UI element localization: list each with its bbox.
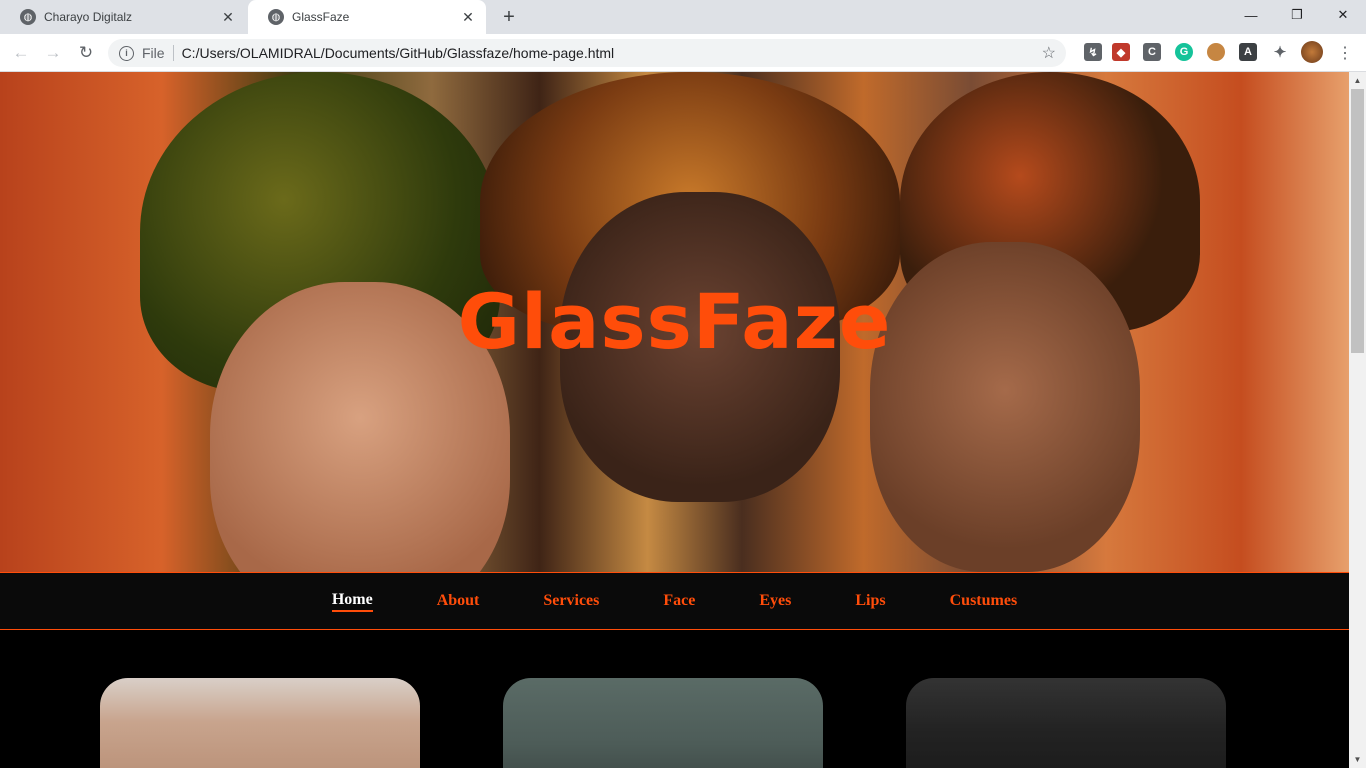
back-icon[interactable]: ← bbox=[10, 42, 32, 64]
menu-kebab-icon[interactable]: ⋮ bbox=[1334, 42, 1356, 64]
address-divider bbox=[172, 45, 174, 61]
scroll-down-icon[interactable]: ▼ bbox=[1349, 751, 1366, 768]
cookie-icon[interactable] bbox=[1207, 43, 1225, 61]
extension-a-icon[interactable]: A bbox=[1239, 43, 1257, 61]
minimize-icon[interactable]: — bbox=[1228, 0, 1274, 30]
nav-face[interactable]: Face bbox=[663, 592, 695, 610]
hero-title: GlassFaze bbox=[457, 277, 892, 366]
address-bar[interactable]: i File C:/Users/OLAMIDRAL/Documents/GitH… bbox=[108, 39, 1066, 67]
forward-icon[interactable]: → bbox=[42, 42, 64, 64]
close-tab-icon[interactable]: ✕ bbox=[220, 9, 236, 25]
scroll-thumb[interactable] bbox=[1351, 89, 1364, 353]
extension-c-icon[interactable]: C bbox=[1143, 43, 1161, 61]
new-tab-icon[interactable]: + bbox=[499, 7, 519, 27]
bookmark-star-icon[interactable]: ☆ bbox=[1042, 43, 1056, 63]
tab-strip: ◍ Charayo Digitalz ✕ ◍ GlassFaze ✕ + — ❐… bbox=[0, 0, 1366, 34]
extensions-puzzle-icon[interactable]: ✦ bbox=[1271, 43, 1289, 61]
browser-toolbar: ← → ↻ i File C:/Users/OLAMIDRAL/Document… bbox=[0, 34, 1366, 72]
site-info-icon[interactable]: i bbox=[119, 45, 134, 61]
page-scrollbar[interactable]: ▲ ▼ bbox=[1349, 72, 1366, 768]
close-window-icon[interactable]: ✕ bbox=[1320, 0, 1366, 30]
card-image-face[interactable] bbox=[100, 678, 420, 768]
tab-charayo-digitalz[interactable]: ◍ Charayo Digitalz ✕ bbox=[0, 0, 246, 34]
close-tab-icon[interactable]: ✕ bbox=[460, 9, 476, 25]
nav-eyes[interactable]: Eyes bbox=[759, 592, 791, 610]
nav-services[interactable]: Services bbox=[543, 592, 599, 610]
globe-icon: ◍ bbox=[20, 9, 36, 25]
profile-avatar[interactable] bbox=[1301, 41, 1323, 63]
tab-glassfaze[interactable]: ◍ GlassFaze ✕ bbox=[248, 0, 486, 34]
globe-icon: ◍ bbox=[268, 9, 284, 25]
restore-icon[interactable]: ❐ bbox=[1274, 0, 1320, 30]
nav-about[interactable]: About bbox=[437, 592, 480, 610]
tab-title: GlassFaze bbox=[292, 10, 350, 24]
extension-1-icon[interactable]: ↯ bbox=[1084, 43, 1102, 61]
card-image-ring[interactable] bbox=[906, 678, 1226, 768]
page-viewport: GlassFaze Home About Services Face Eyes … bbox=[0, 72, 1349, 768]
scroll-up-icon[interactable]: ▲ bbox=[1349, 72, 1366, 89]
nav-custumes[interactable]: Custumes bbox=[950, 592, 1018, 610]
feature-cards bbox=[0, 678, 1349, 768]
grammarly-icon[interactable]: G bbox=[1175, 43, 1193, 61]
hero-banner: GlassFaze bbox=[0, 72, 1349, 572]
nav-lips[interactable]: Lips bbox=[855, 592, 885, 610]
main-nav: Home About Services Face Eyes Lips Custu… bbox=[0, 572, 1349, 630]
reload-icon[interactable]: ↻ bbox=[75, 42, 97, 64]
extension-2-icon[interactable]: ◆ bbox=[1112, 43, 1130, 61]
nav-home[interactable]: Home bbox=[331, 591, 373, 612]
tab-title: Charayo Digitalz bbox=[44, 10, 133, 24]
url-text[interactable]: C:/Users/OLAMIDRAL/Documents/GitHub/Glas… bbox=[182, 45, 1042, 61]
scheme-label: File bbox=[142, 45, 165, 61]
card-image-brushes[interactable] bbox=[503, 678, 823, 768]
